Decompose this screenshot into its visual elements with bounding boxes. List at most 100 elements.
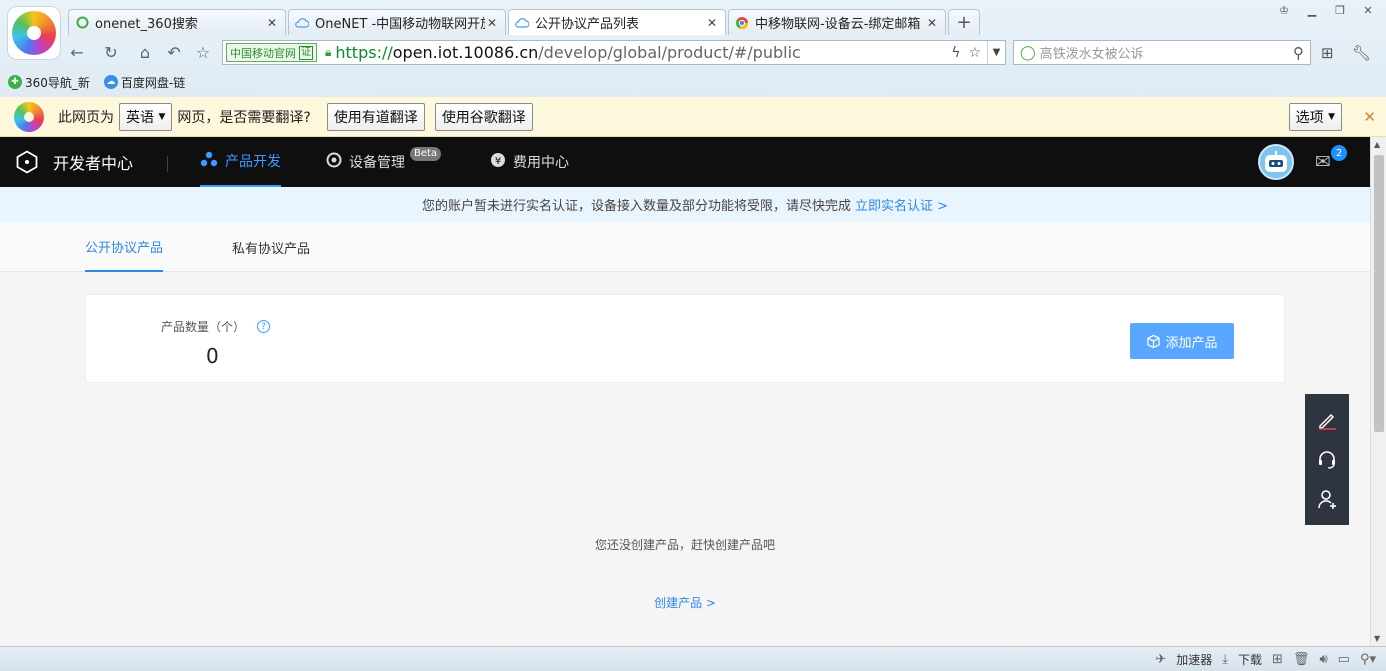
svg-text:¥: ¥	[495, 156, 501, 167]
google-translate-button[interactable]: 使用谷歌翻译	[434, 102, 533, 131]
add-product-button[interactable]: 添加产品	[1130, 323, 1234, 359]
options-label: 选项	[1295, 109, 1324, 126]
scrollbar-thumb[interactable]	[1374, 155, 1384, 432]
nav-billing[interactable]: ¥ 费用中心	[490, 137, 569, 187]
navigation-toolbar: ← ↻ ⌂ ↶ ☆ 中国移动官网 证 🔒︎ https://open.iot.1…	[0, 36, 1386, 68]
edit-feedback-icon[interactable]	[1315, 408, 1339, 432]
scroll-down-icon[interactable]: ▼	[1374, 634, 1380, 643]
browser-tab[interactable]: onenet_360搜索 ✕	[68, 9, 286, 35]
status-bar: ✈ 加速器 ⤓ 下载 ⊞ 🗑︎ 🔊︎ ▭ ⚲▾	[0, 646, 1386, 671]
cube-icon	[1147, 334, 1161, 348]
language-select[interactable]: 英语 ▼	[119, 102, 173, 131]
undo-close-icon[interactable]: ↶	[163, 41, 185, 63]
search-icon[interactable]: ⚲	[1293, 44, 1304, 62]
mail-button[interactable]: ✉ 2	[1315, 145, 1347, 173]
header-divider	[167, 156, 168, 172]
url-scheme: https://	[335, 43, 393, 62]
nav-label: 产品开发	[225, 154, 281, 170]
create-product-link[interactable]: 创建产品 >	[0, 594, 1370, 611]
favorite-star-icon[interactable]: ☆	[192, 41, 214, 63]
window-controls: ♔ ▁ ❐ ✕	[1272, 2, 1380, 18]
translate-prefix: 此网页为	[58, 109, 114, 126]
url-host: open.iot.10086.cn	[392, 43, 539, 62]
bookmark-label: 360导航_新	[25, 75, 90, 90]
bookmark-star-icon[interactable]: ☆	[968, 45, 981, 61]
360-logo-icon	[14, 101, 44, 132]
tab-strip: onenet_360搜索 ✕ OneNET -中国移动物联网开放 ✕ 公开协议产…	[68, 9, 980, 35]
notice-text: 您的账户暂未进行实名认证，设备接入数量及部分功能将受限，请尽快完成	[421, 199, 851, 214]
minimize-icon[interactable]: ▁	[1300, 2, 1324, 18]
close-tab-icon[interactable]: ✕	[705, 16, 719, 30]
zoom-icon[interactable]: ⚲▾	[1360, 652, 1376, 667]
add-user-icon[interactable]	[1315, 487, 1339, 511]
brand[interactable]: 开发者中心	[15, 137, 133, 187]
browser-tab[interactable]: OneNET -中国移动物联网开放 ✕	[288, 9, 506, 35]
device-icon	[326, 152, 342, 172]
skin-icon[interactable]: ♔	[1272, 2, 1296, 18]
empty-state-message: 您还没创建产品，赶快创建产品吧	[594, 538, 775, 552]
tools-wrench-icon[interactable]: 🔧︎	[1352, 44, 1371, 62]
close-tab-icon[interactable]: ✕	[265, 16, 279, 30]
scroll-up-icon[interactable]: ▲	[1374, 140, 1380, 149]
page-scrollbar[interactable]: ▲ ▼	[1370, 137, 1386, 646]
restore-icon[interactable]: ❐	[1328, 2, 1352, 18]
trash-icon[interactable]: 🗑︎	[1293, 652, 1310, 667]
search-360-icon	[75, 16, 89, 30]
product-type-tabs: 公开协议产品 私有协议产品	[0, 222, 1370, 272]
translate-options-select[interactable]: 选项 ▼	[1288, 102, 1342, 131]
site-header: 开发者中心 产品开发 设备管理 Beta ¥ 费用中心 ✉ 2	[0, 137, 1370, 187]
accelerator-label[interactable]: 加速器	[1176, 651, 1212, 668]
refresh-icon[interactable]: ↻	[100, 41, 122, 63]
product-count-label: 产品数量（个） ?	[161, 318, 271, 335]
window-icon[interactable]: ▭	[1338, 652, 1350, 667]
floating-toolbar	[1305, 394, 1349, 525]
lightning-icon[interactable]: ϟ	[951, 45, 960, 61]
nav-device-management[interactable]: 设备管理 Beta	[326, 137, 442, 187]
url-dropdown-icon[interactable]: ▼	[987, 41, 1005, 64]
close-translate-icon[interactable]: ✕	[1363, 108, 1376, 126]
mail-count-badge: 2	[1331, 145, 1347, 161]
download-label[interactable]: 下载	[1238, 651, 1262, 668]
bookmark-item[interactable]: ☁ 百度网盘-链	[103, 74, 186, 91]
new-tab-button[interactable]: +	[948, 9, 980, 35]
bookmark-item[interactable]: ✚ 360导航_新	[8, 74, 90, 91]
baidu-pan-icon: ☁	[103, 75, 118, 89]
product-summary-card: 产品数量（个） ? 0 添加产品	[85, 294, 1285, 383]
screenshot-icon[interactable]: ⊞	[1272, 652, 1283, 667]
verification-notice: 您的账户暂未进行实名认证，设备接入数量及部分功能将受限，请尽快完成 立即实名认证…	[0, 187, 1370, 222]
tab-private-protocol[interactable]: 私有协议产品	[232, 222, 310, 272]
close-tab-icon[interactable]: ✕	[925, 16, 939, 30]
bookmark-label: 百度网盘-链	[120, 75, 186, 90]
back-icon[interactable]: ←	[66, 41, 88, 63]
browser-tab[interactable]: 中移物联网-设备云-绑定邮箱 - ✕	[728, 9, 946, 35]
address-bar[interactable]: 中国移动官网 证 🔒︎ https://open.iot.10086.cn/de…	[222, 40, 1006, 65]
close-tab-icon[interactable]: ✕	[485, 16, 499, 30]
translate-question: 网页，是否需要翻译?	[177, 109, 311, 126]
lock-icon: 🔒︎	[325, 45, 332, 59]
tab-title: onenet_360搜索	[95, 17, 198, 32]
help-icon[interactable]: ?	[257, 320, 271, 333]
avatar[interactable]	[1258, 144, 1294, 180]
search-placeholder: 高铁泼水女被公诉	[1039, 47, 1144, 62]
robot-avatar-icon	[1265, 151, 1287, 172]
verify-now-link[interactable]: 立即实名认证 >	[855, 195, 948, 214]
product-dev-icon	[200, 151, 218, 171]
chevron-down-icon: ▼	[1328, 111, 1335, 122]
tab-title: 中移物联网-设备云-绑定邮箱 -	[755, 17, 925, 32]
chrome-icon	[735, 16, 749, 30]
browser-tab-active[interactable]: 公开协议产品列表 ✕	[508, 9, 726, 35]
url-text[interactable]: https://open.iot.10086.cn/develop/global…	[335, 43, 951, 62]
add-product-label: 添加产品	[1165, 335, 1218, 351]
tab-public-protocol[interactable]: 公开协议产品	[85, 222, 164, 272]
customer-service-headset-icon[interactable]	[1315, 447, 1339, 471]
download-icon: ⤓	[1222, 651, 1229, 667]
volume-icon[interactable]: 🔊︎	[1319, 652, 1327, 667]
certificate-badge[interactable]: 中国移动官网 证	[226, 43, 317, 62]
rocket-icon: ✈	[1155, 651, 1167, 667]
nav-product-dev[interactable]: 产品开发	[200, 137, 281, 187]
search-input[interactable]: ◯ 高铁泼水女被公诉 ⚲	[1013, 40, 1311, 65]
youdao-translate-button[interactable]: 使用有道翻译	[326, 102, 425, 131]
extensions-icon[interactable]: ⊞	[1321, 44, 1334, 62]
close-window-icon[interactable]: ✕	[1356, 2, 1380, 18]
home-icon[interactable]: ⌂	[134, 41, 156, 63]
